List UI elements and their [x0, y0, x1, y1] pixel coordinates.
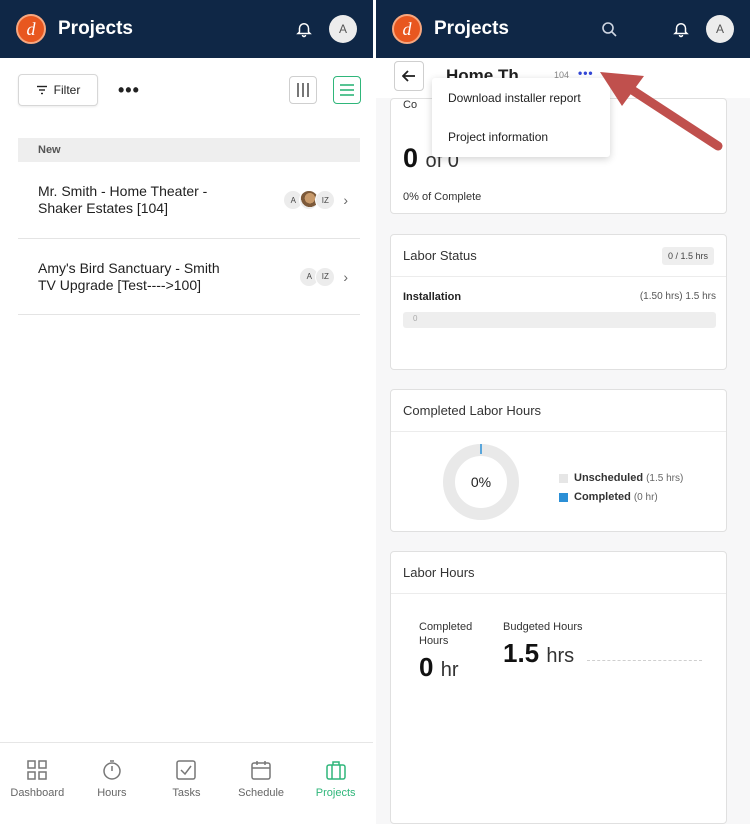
labor-status-card: Labor Status 0 / 1.5 hrs Installation (1… — [390, 234, 727, 370]
projects-list-screen: d Projects A Filter ••• New Mr. Smith - … — [0, 0, 373, 824]
project-information-item[interactable]: Project information — [432, 117, 610, 156]
legend-swatch — [559, 492, 568, 502]
completion-donut-chart: 0% — [441, 442, 521, 522]
nav-label: Hours — [97, 787, 127, 799]
labor-status-header: Labor Status 0 / 1.5 hrs — [391, 235, 726, 277]
assignee-avatars: A IZ › — [283, 190, 348, 210]
grid-icon — [27, 760, 48, 780]
donut-center-text: 0% — [470, 474, 492, 490]
labor-status-pill: 0 / 1.5 hrs — [661, 246, 714, 265]
bottom-nav: Dashboard Hours Tasks Schedule Projects — [0, 742, 373, 824]
nav-hours[interactable]: Hours — [75, 743, 150, 824]
chevron-right-icon: › — [343, 268, 348, 285]
nav-projects[interactable]: Projects — [298, 743, 373, 824]
nav-label: Dashboard — [10, 787, 65, 799]
list-view-button[interactable] — [333, 76, 361, 104]
project-row[interactable]: Mr. Smith - Home Theater - Shaker Estate… — [18, 162, 360, 239]
nav-dashboard[interactable]: Dashboard — [0, 743, 75, 824]
legend-completed: Completed (0 hr) — [559, 491, 658, 503]
app-title: Projects — [434, 18, 509, 39]
search-icon[interactable] — [598, 18, 620, 40]
calendar-icon — [251, 761, 271, 780]
app-title: Projects — [58, 18, 133, 39]
nav-label: Tasks — [172, 787, 201, 799]
arrow-left-icon — [402, 70, 415, 82]
completed-count: 0 — [403, 143, 419, 173]
nav-label: Projects — [315, 787, 356, 799]
app-bar: d Projects A — [376, 0, 750, 58]
assignee-avatars: A IZ › — [299, 266, 348, 287]
project-name: Mr. Smith - Home Theater - Shaker Estate… — [38, 183, 208, 216]
bell-icon[interactable] — [293, 18, 315, 40]
assignee-avatar: IZ — [315, 266, 336, 287]
project-name: Amy's Bird Sanctuary - Smith TV Upgrade … — [38, 259, 220, 293]
completed-hours-label: Completed Hours — [419, 621, 473, 647]
completed-hours-stat: Completed Hours 0 hr — [419, 620, 499, 683]
list-toolbar: Filter ••• — [18, 74, 361, 106]
budgeted-hours-label: Budgeted Hours — [503, 621, 583, 633]
bell-icon[interactable] — [670, 18, 692, 40]
legend-name: Completed — [574, 491, 631, 503]
hours-divider-line — [587, 660, 702, 661]
checkbox-icon — [176, 760, 197, 780]
legend-value: (1.5 hrs) — [646, 472, 684, 484]
installation-progress-value: 0 — [413, 314, 418, 323]
nav-tasks[interactable]: Tasks — [149, 743, 224, 824]
completed-hours-unit: hr — [440, 659, 459, 681]
legend-unscheduled: Unscheduled (1.5 hrs) — [559, 472, 683, 484]
legend-value: (0 hr) — [633, 491, 658, 503]
assignee-avatar: IZ — [315, 190, 336, 210]
nav-schedule[interactable]: Schedule — [224, 743, 299, 824]
labor-hours-title: Labor Hours — [391, 552, 726, 594]
briefcase-icon — [325, 761, 346, 780]
budgeted-hours-value-wrap: 1.5 hrs — [503, 638, 583, 669]
annotation-arrow — [600, 72, 723, 151]
stopwatch-icon — [103, 760, 121, 780]
labor-status-title: Labor Status — [403, 248, 477, 263]
chevron-right-icon: › — [343, 192, 348, 208]
columns-icon — [297, 83, 309, 97]
back-button[interactable] — [394, 61, 424, 91]
budgeted-hours-value: 1.5 — [503, 638, 540, 668]
app-logo[interactable]: d — [392, 14, 422, 44]
legend-swatch — [559, 473, 568, 483]
installation-progress-bar: 0 — [403, 312, 716, 328]
list-icon — [340, 84, 354, 96]
installation-label: Installation — [403, 291, 462, 303]
filter-icon — [36, 85, 47, 95]
column-view-button[interactable] — [289, 76, 317, 104]
app-bar: d Projects A — [0, 0, 373, 58]
section-header-new: New — [18, 138, 360, 162]
installation-hours: (1.50 hrs) 1.5 hrs — [639, 291, 716, 302]
budgeted-hours-stat: Budgeted Hours 1.5 hrs — [503, 620, 583, 669]
app-logo[interactable]: d — [16, 14, 46, 44]
nav-label: Schedule — [238, 787, 285, 799]
download-installer-report-item[interactable]: Download installer report — [432, 78, 610, 117]
more-options-button[interactable]: ••• — [118, 80, 140, 101]
user-avatar[interactable]: A — [329, 15, 357, 43]
completion-percent-text: 0% of Complete — [403, 191, 482, 203]
project-menu-dropdown: Download installer report Project inform… — [432, 78, 610, 157]
filter-button[interactable]: Filter — [18, 74, 98, 106]
labor-hours-card: Labor Hours Completed Hours 0 hr Budgete… — [390, 551, 727, 824]
completed-labor-hours-title: Completed Labor Hours — [391, 390, 726, 432]
legend-name: Unscheduled — [574, 472, 644, 484]
completed-hours-value-wrap: 0 hr — [419, 652, 499, 683]
completed-hours-value: 0 — [419, 652, 434, 682]
filter-label: Filter — [53, 83, 81, 97]
project-row[interactable]: Amy's Bird Sanctuary - Smith TV Upgrade … — [18, 239, 360, 315]
budgeted-hours-unit: hrs — [546, 645, 575, 667]
user-avatar[interactable]: A — [706, 15, 734, 43]
completed-labor-hours-card: Completed Labor Hours 0% Unscheduled (1.… — [390, 389, 727, 532]
